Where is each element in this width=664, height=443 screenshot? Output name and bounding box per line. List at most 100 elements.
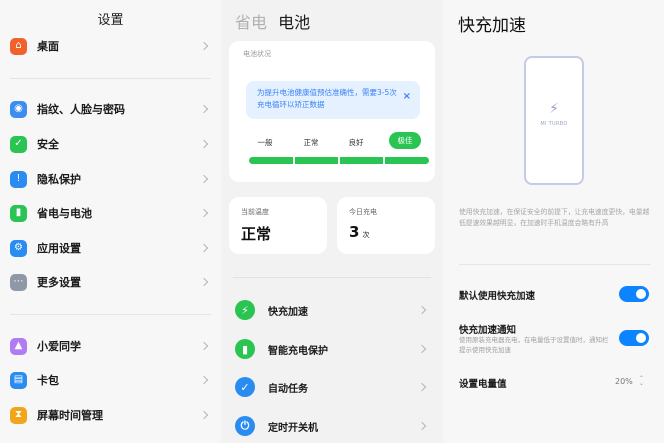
fast-charge-pane: 快充加速 ⚡ MI TURBO 使用快充加速，在保证安全的前提下，让充电速度更快… (443, 0, 664, 443)
bar-divider (338, 157, 340, 164)
settings-item-xiaoai[interactable]: ▲ 小爱同学 (0, 331, 221, 361)
settings-item-biometrics[interactable]: ◉ 指纹、人脸与密码 (0, 94, 221, 124)
fast-charge-description: 使用快充加速，在保证安全的前提下，让充电速度更快，电量越低提速效果越明显，在加速… (459, 208, 650, 227)
divider (233, 277, 431, 278)
health-bar (249, 157, 429, 164)
chevron-right-icon (199, 410, 209, 420)
feature-label: 自动任务 (268, 383, 308, 395)
shield-icon: ✓ (10, 135, 27, 153)
settings-item-label: 指纹、人脸与密码 (37, 103, 125, 116)
settings-item-battery[interactable]: ▮ 省电与电池 (0, 198, 221, 228)
battery-status-title: 电池状况 (243, 50, 271, 58)
more-icon: ⋯ (10, 273, 27, 291)
fast-charge-notify-label: 快充加速通知 (459, 325, 517, 336)
home-icon: ⌂ (10, 37, 27, 55)
settings-item-more[interactable]: ⋯ 更多设置 (0, 267, 221, 297)
tab-power-saving[interactable]: 省电 (235, 13, 267, 32)
battery-icon: ▮ (10, 204, 27, 222)
settings-item-wallet[interactable]: ▤ 卡包 (0, 365, 221, 395)
temperature-value: 正常 (241, 225, 272, 243)
fingerprint-icon: ◉ (10, 100, 27, 118)
health-level-fair: 一般 (257, 138, 273, 147)
settings-item-desktop[interactable]: ⌂ 桌面 (0, 31, 221, 61)
feature-label: 快充加速 (268, 306, 308, 318)
chevron-right-icon (417, 305, 427, 315)
settings-item-label: 桌面 (37, 40, 59, 53)
chevron-right-icon (199, 375, 209, 385)
task-icon: ✓ (235, 377, 255, 397)
default-fast-charge-toggle[interactable] (619, 286, 649, 302)
settings-item-label: 卡包 (37, 374, 59, 387)
phone-illustration: ⚡ MI TURBO (524, 56, 584, 185)
gear-icon: ⚙ (10, 239, 27, 257)
power-icon: ⏻ (235, 416, 255, 436)
default-fast-charge-label: 默认使用快充加速 (459, 291, 536, 302)
charge-count: 3次 (349, 223, 369, 241)
phone-brand-text: MI TURBO (540, 121, 568, 127)
tab-battery[interactable]: 电池 (278, 13, 310, 32)
bar-divider (293, 157, 295, 164)
up-down-arrows-icon[interactable]: ⌃ ⌄ (639, 376, 644, 387)
settings-item-security[interactable]: ✓ 安全 (0, 129, 221, 159)
chevron-right-icon (417, 344, 427, 354)
feature-auto-task[interactable]: ✓ 自动任务 (221, 370, 443, 404)
tab-bar: 省电 电池 (235, 9, 310, 33)
chevron-right-icon (199, 243, 209, 253)
toggle-knob (636, 289, 646, 299)
feature-smart-charge-protect[interactable]: ▮ 智能充电保护 (221, 332, 443, 366)
settings-item-privacy[interactable]: ! 隐私保护 (0, 164, 221, 194)
bar-divider (383, 157, 385, 164)
chevron-right-icon (199, 208, 209, 218)
battery-status-card: 电池状况 为提升电池健康值预估准确性，需要3-5次充电循环以矫正数据 × 一般 … (229, 41, 435, 182)
chevron-right-icon (199, 139, 209, 149)
temperature-label: 当前温度 (241, 208, 269, 216)
charge-count-value: 3 (349, 223, 360, 241)
close-icon[interactable]: × (403, 91, 411, 102)
divider (10, 78, 211, 79)
charge-protect-icon: ▮ (235, 339, 255, 359)
xiaoai-icon: ▲ (10, 337, 27, 355)
settings-item-label: 屏幕时间管理 (37, 409, 103, 422)
settings-item-screen-time[interactable]: ⧗ 屏幕时间管理 (0, 400, 221, 430)
bolt-icon: ⚡ (235, 300, 255, 320)
chevron-right-icon (417, 421, 427, 431)
feature-fast-charge[interactable]: ⚡ 快充加速 (221, 293, 443, 327)
health-level-excellent: 极佳 (389, 132, 421, 149)
divider (459, 264, 651, 265)
feature-label: 智能充电保护 (268, 345, 328, 357)
battery-level-value[interactable]: 20% (615, 377, 633, 386)
temperature-card: 当前温度 正常 (229, 197, 327, 254)
page-title: 快充加速 (458, 16, 526, 36)
calibration-tip-text: 为提升电池健康值预估准确性，需要3-5次充电循环以矫正数据 (257, 88, 397, 109)
battery-level-setting-label: 设置电量值 (459, 379, 507, 390)
fast-charge-notify-toggle[interactable] (619, 330, 649, 346)
settings-pane: 设置 ⌂ 桌面 ◉ 指纹、人脸与密码 ✓ 安全 ! 隐私保护 ▮ 省电与电池 ⚙… (0, 0, 221, 443)
settings-item-apps[interactable]: ⚙ 应用设置 (0, 233, 221, 263)
chevron-right-icon (199, 104, 209, 114)
settings-item-label: 应用设置 (37, 242, 81, 255)
toggle-knob (636, 333, 646, 343)
divider (10, 314, 211, 315)
charge-count-label: 今日充电 (349, 208, 377, 216)
page-title: 设置 (97, 13, 124, 28)
settings-item-label: 隐私保护 (37, 173, 81, 186)
feature-label: 定时开关机 (268, 422, 318, 434)
settings-item-label: 安全 (37, 138, 59, 151)
charge-count-card: 今日充电 3次 (337, 197, 435, 254)
settings-item-label: 小爱同学 (37, 340, 81, 353)
health-level-normal: 正常 (303, 138, 319, 147)
chevron-right-icon (417, 382, 427, 392)
settings-item-label: 更多设置 (37, 276, 81, 289)
fast-charge-notify-desc: 使用原装充电器充电，在电量低于设置值时，通知栏提示使用快充加速 (459, 336, 609, 354)
chevron-right-icon (199, 341, 209, 351)
calibration-tip: 为提升电池健康值预估准确性，需要3-5次充电循环以矫正数据 × (246, 81, 420, 119)
feature-scheduled-power[interactable]: ⏻ 定时开关机 (221, 409, 443, 443)
battery-pane: 省电 电池 电池状况 为提升电池健康值预估准确性，需要3-5次充电循环以矫正数据… (221, 0, 443, 443)
health-level-good: 良好 (348, 138, 364, 147)
wallet-icon: ▤ (10, 371, 27, 389)
settings-item-label: 省电与电池 (37, 207, 92, 220)
chevron-right-icon (199, 174, 209, 184)
bolt-icon: ⚡ (549, 101, 559, 117)
hourglass-icon: ⧗ (10, 406, 27, 424)
privacy-icon: ! (10, 170, 27, 188)
